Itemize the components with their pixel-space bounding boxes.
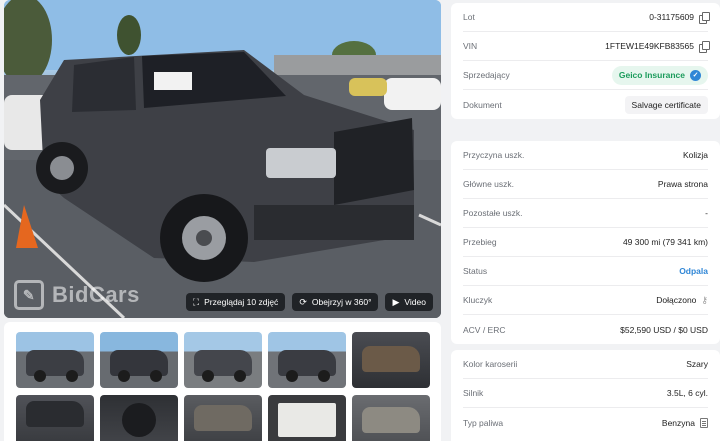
damage-info-panel: Przyczyna uszk. Kolizja Główne uszk. Pra…: [451, 141, 720, 344]
video-button[interactable]: ▶ Video: [385, 293, 433, 311]
thumbnail-8[interactable]: [184, 395, 262, 441]
bidcars-logo-icon: ✎: [14, 280, 44, 310]
view-360-button[interactable]: ⟳ Obejrzyj w 360°: [292, 293, 379, 311]
lot-info-panel: Lot 0-31175609 VIN 1FTEW1E49KFB83565 Spr…: [451, 3, 720, 119]
secondary-damage-value: -: [705, 208, 708, 218]
vehicle-info-panel: Kolor karoserii Szary Silnik 3.5L, 6 cyl…: [451, 350, 720, 441]
thumbnail-2[interactable]: [100, 332, 178, 388]
vin-label: VIN: [463, 41, 478, 51]
photo-gallery: ✎ BidCars ⛶ Przeglądaj 10 zdjęć ⟳ Obejrz…: [4, 0, 441, 441]
primary-damage-row: Główne uszk. Prawa strona: [463, 170, 708, 199]
document-value: Salvage certificate: [624, 95, 708, 114]
seller-badge[interactable]: Geico Insurance ✓: [611, 65, 708, 85]
thumbnail-9[interactable]: [268, 395, 346, 441]
status-row: Status Odpala: [463, 257, 708, 286]
color-value: Szary: [686, 359, 708, 369]
play-icon: ▶: [392, 296, 400, 307]
acv-row: ACV / ERC $52,590 USD / $0 USD: [463, 315, 708, 344]
fuel-row: Typ paliwa Benzyna: [463, 408, 708, 437]
seller-row: Sprzedający Geico Insurance ✓: [463, 61, 708, 90]
browse-photos-label: Przeglądaj 10 zdjęć: [204, 297, 279, 307]
mileage-value: 49 300 mi (79 341 km): [622, 237, 708, 247]
thumbnail-3[interactable]: [184, 332, 262, 388]
gallery-icon: ⛶: [192, 296, 200, 307]
key-icon: ⚷: [701, 294, 708, 305]
primary-damage-value: Prawa strona: [657, 179, 708, 189]
lot-row: Lot 0-31175609: [463, 3, 710, 32]
primary-damage-label: Główne uszk.: [463, 179, 515, 189]
document-label: Dokument: [463, 99, 502, 110]
engine-value: 3.5L, 6 cyl.: [666, 388, 708, 398]
vehicle-photo-illustration: [4, 0, 441, 318]
color-row: Kolor karoserii Szary: [463, 350, 708, 379]
cause-row: Przyczyna uszk. Kolizja: [463, 141, 708, 170]
view-360-label: Obejrzyj w 360°: [311, 297, 372, 307]
thumbnail-1[interactable]: [16, 332, 94, 388]
thumbnail-4[interactable]: [268, 332, 346, 388]
thumbnail-7[interactable]: [100, 395, 178, 441]
mileage-label: Przebieg: [463, 237, 497, 247]
color-label: Kolor karoserii: [463, 359, 518, 369]
acv-value: $52,590 USD / $0 USD: [620, 324, 708, 335]
status-value[interactable]: Odpala: [679, 266, 708, 276]
thumbnail-5[interactable]: [352, 332, 430, 388]
seller-value: Geico Insurance: [618, 70, 685, 80]
fuel-label: Typ paliwa: [463, 417, 504, 428]
copy-lot-icon[interactable]: [699, 12, 710, 24]
thumbnail-10[interactable]: [352, 395, 430, 441]
key-label: Kluczyk: [463, 295, 493, 305]
lot-value: 0-31175609: [649, 12, 694, 22]
cause-value: Kolizja: [682, 150, 708, 160]
thumbnail-grid: [16, 332, 430, 441]
lot-label: Lot: [463, 12, 475, 22]
vin-value: 1FTEW1E49KFB83565: [605, 41, 694, 51]
key-value: Dołączono: [656, 295, 697, 305]
watermark: ✎ BidCars: [14, 278, 140, 312]
seller-label: Sprzedający: [463, 70, 510, 80]
360-icon: ⟳: [299, 296, 307, 307]
engine-label: Silnik: [463, 388, 484, 398]
engine-row: Silnik 3.5L, 6 cyl.: [463, 379, 708, 408]
vin-row: VIN 1FTEW1E49KFB83565: [463, 32, 710, 61]
video-label: Video: [404, 297, 426, 307]
acv-label: ACV / ERC: [463, 324, 506, 335]
thumbnail-6[interactable]: [16, 395, 94, 441]
browse-photos-button[interactable]: ⛶ Przeglądaj 10 zdjęć: [185, 293, 286, 311]
secondary-damage-label: Pozostałe uszk.: [463, 208, 523, 218]
document-row: Dokument Salvage certificate: [463, 90, 708, 119]
secondary-damage-row: Pozostałe uszk. -: [463, 199, 708, 228]
mileage-row: Przebieg 49 300 mi (79 341 km): [463, 228, 708, 257]
verified-check-icon: ✓: [690, 69, 701, 81]
status-label: Status: [463, 266, 488, 276]
cause-label: Przyczyna uszk.: [463, 150, 525, 160]
copy-vin-icon[interactable]: [699, 41, 710, 53]
fuel-value: Benzyna: [661, 417, 695, 428]
photo-actions: ⛶ Przeglądaj 10 zdjęć ⟳ Obejrzyj w 360° …: [185, 293, 433, 311]
thumbnail-strip: [4, 322, 441, 441]
watermark-text: BidCars: [52, 282, 140, 307]
main-vehicle-photo[interactable]: ✎ BidCars ⛶ Przeglądaj 10 zdjęć ⟳ Obejrz…: [4, 0, 441, 318]
key-row: Kluczyk Dołączono ⚷: [463, 286, 708, 315]
fuel-info-icon[interactable]: [700, 417, 708, 428]
